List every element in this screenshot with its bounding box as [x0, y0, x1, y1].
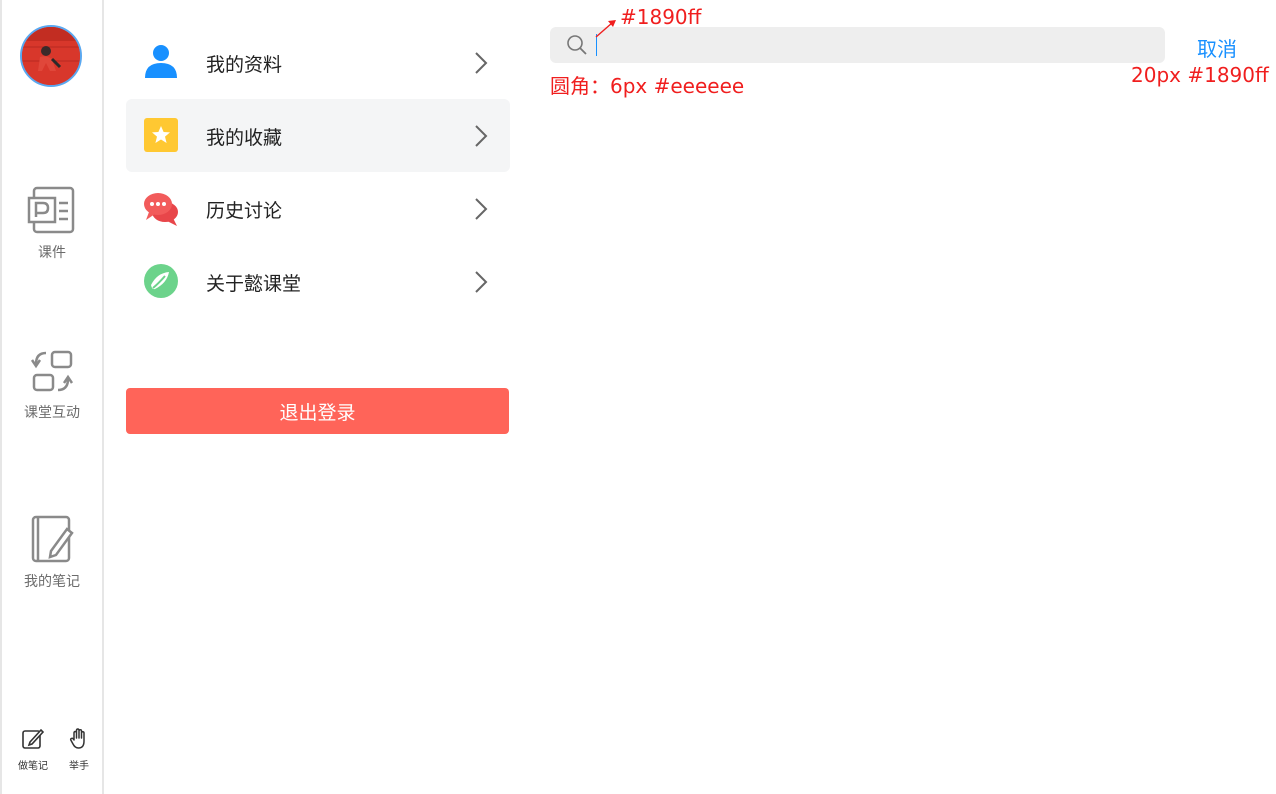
rail-item-label: 课堂互动	[24, 405, 80, 421]
annotation-caret-color: #1890ff	[620, 5, 702, 29]
notes-icon	[31, 515, 74, 563]
interaction-icon	[30, 350, 74, 392]
rail-item-label: 我的笔记	[24, 574, 80, 590]
raise-hand-button[interactable]: 举手	[59, 727, 99, 772]
search-input[interactable]	[600, 27, 1154, 65]
menu-item-label: 我的收藏	[206, 127, 283, 149]
menu-item-label: 关于懿课堂	[206, 273, 302, 295]
edit-icon	[22, 728, 45, 749]
menu-item-label: 我的资料	[206, 54, 283, 76]
about-icon	[144, 264, 178, 298]
menu-item-my-profile[interactable]: 我的资料	[126, 26, 510, 99]
chat-icon	[144, 193, 178, 226]
menu-item-label: 历史讨论	[206, 200, 283, 222]
avatar-photo	[22, 27, 80, 85]
rail-item-label: 课件	[38, 245, 66, 261]
avatar[interactable]	[20, 25, 82, 87]
rail-item-notes[interactable]: 我的笔记	[2, 515, 102, 591]
cancel-button[interactable]: 取消	[1197, 33, 1237, 62]
annotation-arrow	[595, 20, 616, 38]
profile-menu: 我的资料 我的收藏 历史讨论 关于懿课堂	[126, 26, 510, 318]
page: 课件 课堂互动 我的笔记 做笔记 举手 我的资料 我的收藏 历史讨论 关于懿课堂…	[0, 0, 1276, 794]
raise-hand-label: 举手	[69, 761, 89, 772]
search-icon	[567, 35, 587, 55]
courseware-icon	[27, 186, 75, 234]
chevron-right-icon	[475, 52, 488, 74]
menu-item-history-discussion[interactable]: 历史讨论	[126, 172, 510, 245]
menu-item-about[interactable]: 关于懿课堂	[126, 245, 510, 318]
search-bar[interactable]	[550, 27, 1165, 65]
take-note-button[interactable]: 做笔记	[13, 727, 53, 772]
user-icon	[145, 45, 177, 78]
left-rail: 课件 课堂互动 我的笔记 做笔记 举手	[0, 0, 104, 794]
rail-item-courseware[interactable]: 课件	[2, 186, 102, 262]
menu-item-favorites[interactable]: 我的收藏	[126, 99, 510, 172]
star-icon	[144, 118, 178, 152]
logout-button[interactable]: 退出登录	[126, 388, 509, 434]
annotation-search-style: 圆角：6px #eeeeee	[550, 74, 745, 98]
take-note-label: 做笔记	[18, 761, 48, 772]
chevron-right-icon	[475, 198, 488, 220]
hand-icon	[69, 728, 85, 749]
annotation-cancel-style: 20px #1890ff	[1131, 63, 1269, 87]
rail-item-interaction[interactable]: 课堂互动	[2, 348, 102, 422]
chevron-right-icon	[475, 271, 488, 293]
chevron-right-icon	[475, 125, 488, 147]
